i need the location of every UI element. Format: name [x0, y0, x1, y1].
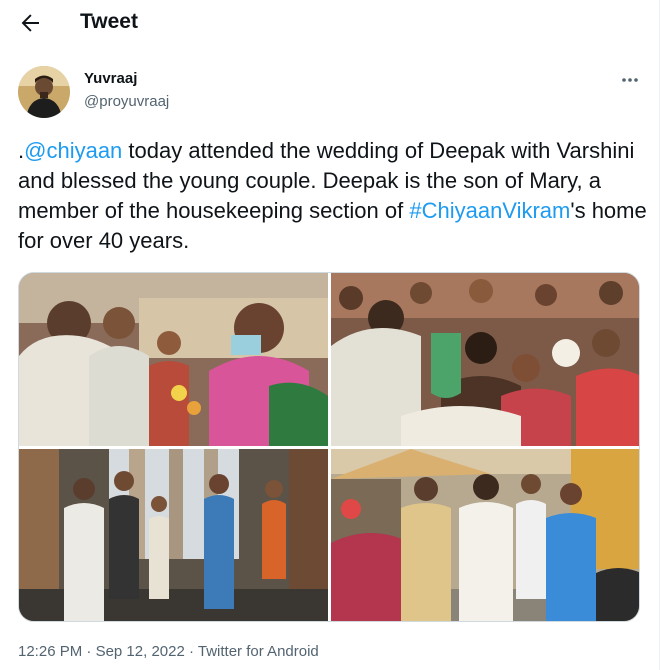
author-name[interactable]: Yuvraaj — [84, 70, 137, 87]
tweet-source[interactable]: Twitter for Android — [198, 643, 319, 660]
photo-4[interactable] — [331, 449, 639, 621]
tweet-meta: 12:26 PM · Sep 12, 2022 · Twitter for An… — [18, 643, 319, 660]
meta-separator: · — [184, 643, 198, 660]
mention-link[interactable]: @chiyaan — [24, 138, 122, 163]
author-handle[interactable]: @proyuvraaj — [84, 93, 169, 110]
meta-separator: · — [82, 643, 96, 660]
tweet-text: .@chiyaan today attended the wedding of … — [18, 136, 648, 256]
photo-1[interactable] — [19, 273, 328, 446]
photo-2[interactable] — [331, 273, 639, 446]
avatar[interactable] — [18, 66, 70, 118]
media-grid — [18, 272, 640, 622]
tweet-time[interactable]: 12:26 PM — [18, 643, 82, 660]
hashtag-link[interactable]: #ChiyaanVikram — [409, 198, 570, 223]
tweet-date[interactable]: Sep 12, 2022 — [96, 643, 185, 660]
page-title: Tweet — [80, 10, 138, 33]
photo-3[interactable] — [19, 449, 328, 621]
arrow-left-icon[interactable] — [18, 11, 42, 35]
more-dots-icon[interactable] — [620, 70, 640, 90]
header: Tweet — [0, 0, 659, 48]
